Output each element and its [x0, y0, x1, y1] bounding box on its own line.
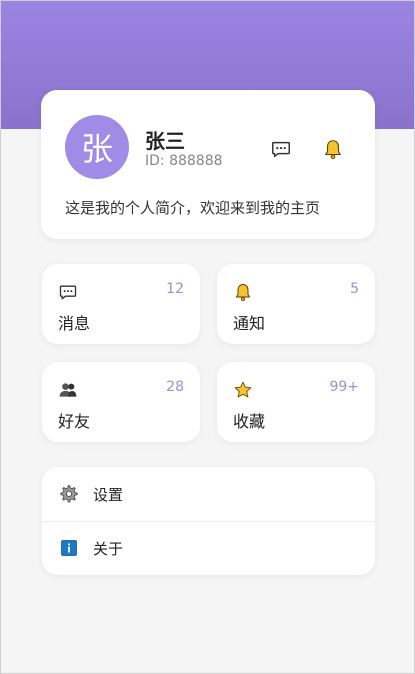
stat-card-friends[interactable]: 28 好友	[42, 362, 200, 442]
info-icon	[59, 538, 79, 558]
menu-list: 设置 关于	[42, 467, 375, 575]
star-icon	[233, 380, 253, 400]
stat-count: 99+	[329, 379, 359, 395]
stat-label: 收藏	[233, 412, 266, 431]
bell-icon	[325, 140, 341, 160]
chat-icon	[272, 141, 290, 158]
stat-label: 好友	[58, 412, 91, 431]
avatar[interactable]: 张	[65, 115, 129, 179]
user-id: ID: 888888	[145, 153, 223, 169]
menu-item-label: 关于	[93, 539, 124, 558]
menu-item-label: 设置	[93, 485, 124, 504]
user-name: 张三	[145, 129, 185, 153]
menu-item-settings[interactable]: 设置	[42, 467, 375, 521]
friends-icon	[58, 380, 78, 400]
chat-button[interactable]	[267, 135, 295, 163]
stat-card-messages[interactable]: 12 消息	[42, 264, 200, 344]
stat-count: 5	[350, 281, 359, 297]
stat-count: 28	[166, 379, 184, 395]
page: 张 张三 ID: 888888 这是我的个人简介，欢迎来到我的主页 12 消息 …	[0, 0, 415, 674]
stat-count: 12	[166, 281, 184, 297]
gear-icon	[59, 484, 79, 504]
profile-card: 张 张三 ID: 888888 这是我的个人简介，欢迎来到我的主页	[41, 90, 375, 239]
stat-card-notifications[interactable]: 5 通知	[217, 264, 375, 344]
menu-item-about[interactable]: 关于	[42, 521, 375, 575]
bell-icon	[233, 282, 253, 302]
chat-icon	[58, 282, 78, 302]
stat-label: 消息	[58, 314, 91, 333]
profile-bio: 这是我的个人简介，欢迎来到我的主页	[65, 199, 321, 217]
stat-label: 通知	[233, 314, 266, 333]
notification-button[interactable]	[319, 135, 347, 163]
stat-card-favorites[interactable]: 99+ 收藏	[217, 362, 375, 442]
